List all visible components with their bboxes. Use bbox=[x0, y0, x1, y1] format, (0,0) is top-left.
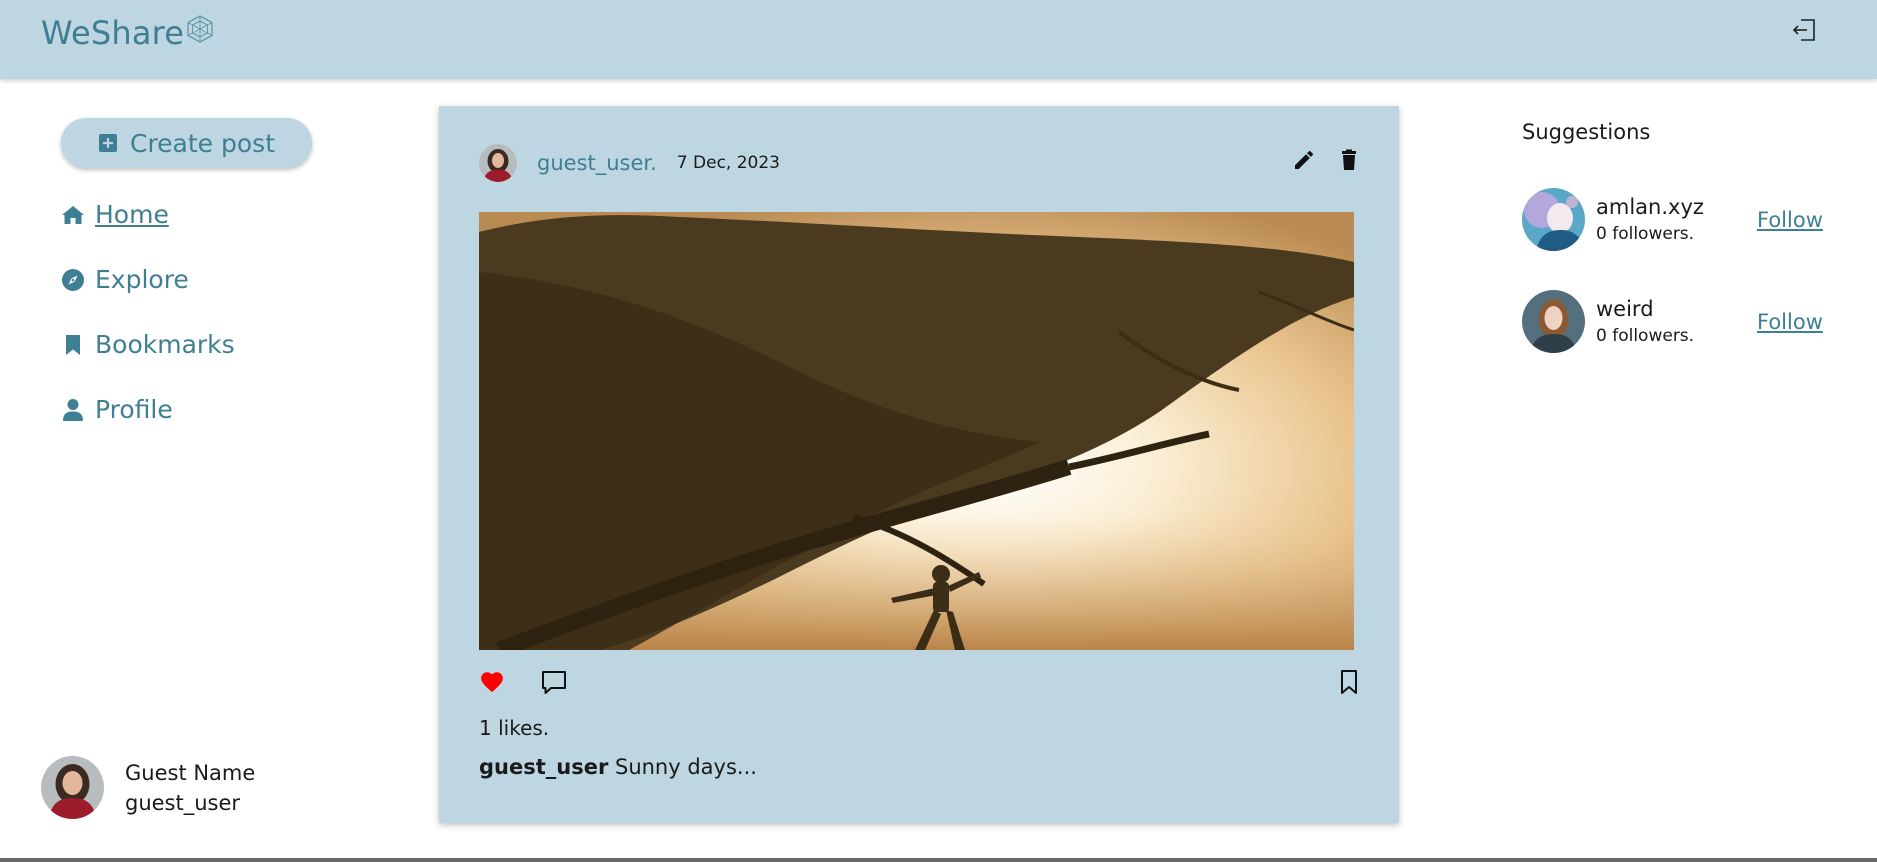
pencil-icon bbox=[1295, 151, 1313, 169]
create-post-label: Create post bbox=[129, 128, 275, 158]
avatar[interactable] bbox=[1522, 188, 1585, 251]
sidebar-item-label: Bookmarks bbox=[95, 330, 235, 359]
comment-icon bbox=[542, 671, 566, 694]
compass-icon bbox=[61, 268, 85, 292]
top-bar: WeShare bbox=[0, 0, 1877, 79]
user-icon bbox=[61, 398, 85, 422]
post-caption: guest_user Sunny days... bbox=[479, 755, 757, 779]
suggestion-followers: 0 followers. bbox=[1596, 325, 1695, 346]
comment-button[interactable] bbox=[541, 669, 567, 695]
likes-count: 1 likes. bbox=[479, 716, 550, 740]
avatar bbox=[41, 756, 104, 819]
like-button[interactable] bbox=[479, 669, 505, 695]
hexagon-net-icon bbox=[187, 15, 213, 43]
delete-post-button[interactable] bbox=[1337, 148, 1361, 172]
post-header: guest_user. 7 Dec, 2023 bbox=[479, 144, 780, 182]
current-user-username: guest_user bbox=[125, 790, 241, 815]
suggestion-info: weird 0 followers. bbox=[1596, 295, 1756, 349]
sidebar-item-bookmarks[interactable]: Bookmarks bbox=[61, 330, 235, 359]
sidebar-item-label: Explore bbox=[95, 265, 189, 294]
suggestion-name[interactable]: weird bbox=[1596, 295, 1756, 323]
post-card: guest_user. 7 Dec, 2023 1 likes. guest_u… bbox=[439, 106, 1399, 823]
suggestion-item: weird 0 followers. Follow bbox=[1522, 290, 1823, 353]
logout-button[interactable] bbox=[1790, 16, 1818, 44]
sidebar-item-explore[interactable]: Explore bbox=[61, 265, 189, 294]
sidebar-item-label: Home bbox=[95, 200, 169, 229]
suggestions-title: Suggestions bbox=[1522, 120, 1651, 144]
current-user-names: Guest Name guest_user bbox=[125, 758, 255, 818]
logo[interactable]: WeShare bbox=[41, 14, 214, 52]
avatar[interactable] bbox=[1522, 290, 1585, 353]
trash-icon bbox=[1342, 149, 1356, 170]
edit-post-button[interactable] bbox=[1292, 148, 1316, 172]
suggestion-info: amlan.xyz 0 followers. bbox=[1596, 193, 1756, 247]
sidebar-item-label: Profile bbox=[95, 395, 173, 424]
suggestion-followers: 0 followers. bbox=[1596, 223, 1695, 244]
window-bottom-edge bbox=[0, 858, 1877, 862]
bookmark-icon bbox=[1341, 670, 1357, 694]
post-image[interactable] bbox=[479, 212, 1354, 650]
caption-text: Sunny days... bbox=[608, 755, 757, 779]
suggestion-name[interactable]: amlan.xyz bbox=[1596, 193, 1756, 221]
follow-button[interactable]: Follow bbox=[1757, 208, 1823, 232]
heart-icon bbox=[481, 672, 503, 693]
suggestion-item: amlan.xyz 0 followers. Follow bbox=[1522, 188, 1823, 251]
logout-icon bbox=[1792, 19, 1815, 41]
sidebar-item-home[interactable]: Home bbox=[61, 200, 169, 229]
sidebar-item-profile[interactable]: Profile bbox=[61, 395, 173, 424]
current-user-display-name: Guest Name bbox=[125, 760, 256, 785]
logo-text: WeShare bbox=[41, 14, 185, 52]
plus-square-icon bbox=[98, 134, 117, 152]
home-icon bbox=[61, 203, 85, 227]
post-author-name[interactable]: guest_user. bbox=[537, 151, 657, 175]
caption-username[interactable]: guest_user bbox=[479, 755, 608, 779]
post-date: 7 Dec, 2023 bbox=[676, 153, 780, 173]
bookmark-icon bbox=[61, 333, 85, 357]
follow-button[interactable]: Follow bbox=[1757, 310, 1823, 334]
create-post-button[interactable]: Create post bbox=[61, 118, 312, 168]
current-user-card[interactable]: Guest Name guest_user bbox=[41, 756, 255, 819]
post-author-avatar[interactable] bbox=[479, 144, 517, 182]
bookmark-post-button[interactable] bbox=[1336, 669, 1362, 695]
